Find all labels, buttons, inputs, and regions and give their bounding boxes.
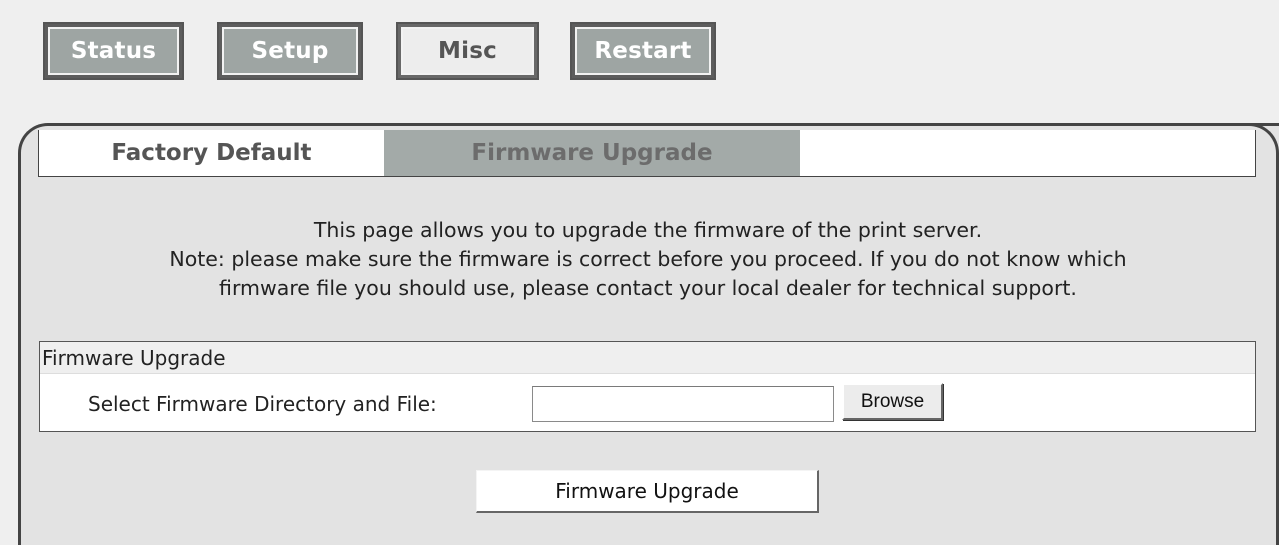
main-panel-corner bbox=[1249, 123, 1279, 545]
misc-button[interactable]: Misc bbox=[396, 22, 539, 80]
restart-button-label: Restart bbox=[575, 27, 711, 75]
file-select-label: Select Firmware Directory and File: bbox=[88, 392, 437, 416]
tab-strip: Factory Default Firmware Upgrade bbox=[38, 130, 1256, 177]
tab-firmware-upgrade[interactable]: Firmware Upgrade bbox=[384, 130, 800, 176]
status-button-label: Status bbox=[48, 27, 179, 75]
description-line-1: This page allows you to upgrade the firm… bbox=[313, 218, 983, 242]
status-button[interactable]: Status bbox=[43, 22, 184, 80]
firmware-file-input[interactable] bbox=[532, 386, 834, 422]
tab-factory-default[interactable]: Factory Default bbox=[39, 130, 384, 176]
section-heading: Firmware Upgrade bbox=[40, 342, 1255, 374]
restart-button[interactable]: Restart bbox=[570, 22, 716, 80]
description-line-3: firmware file you should use, please con… bbox=[219, 276, 1077, 300]
firmware-upgrade-button[interactable]: Firmware Upgrade bbox=[476, 470, 819, 513]
description-line-2: Note: please make sure the firmware is c… bbox=[169, 247, 1127, 271]
firmware-upgrade-section: Firmware Upgrade Select Firmware Directo… bbox=[39, 341, 1256, 432]
file-select-row: Select Firmware Directory and File: Brow… bbox=[40, 374, 1255, 431]
misc-button-label: Misc bbox=[401, 27, 534, 75]
browse-button[interactable]: Browse bbox=[842, 383, 943, 420]
page-description: This page allows you to upgrade the firm… bbox=[40, 216, 1256, 303]
setup-button[interactable]: Setup bbox=[217, 22, 363, 80]
setup-button-label: Setup bbox=[222, 27, 358, 75]
